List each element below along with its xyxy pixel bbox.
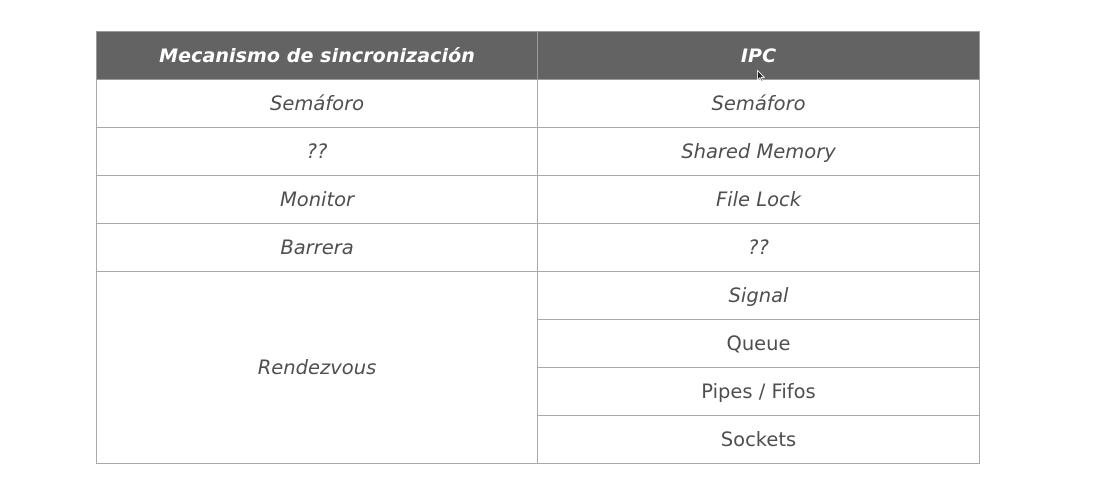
ipc-cell-shared-memory: Shared Memory — [537, 127, 980, 176]
sync-cell-barrera: Barrera — [96, 223, 538, 272]
ipc-cell-sockets: Sockets — [537, 415, 980, 464]
ipc-cell-unknown: ?? — [537, 223, 980, 272]
table-row: Monitor File Lock — [96, 175, 980, 224]
mouse-pointer-icon — [757, 70, 765, 82]
sync-cell-unknown: ?? — [96, 127, 538, 176]
table-header-row: Mecanismo de sincronización IPC — [96, 31, 980, 80]
ipc-cell-signal: Signal — [537, 271, 980, 320]
ipc-cell-file-lock: File Lock — [537, 175, 980, 224]
table-row: Semáforo Semáforo — [96, 79, 980, 128]
table-row: ?? Shared Memory — [96, 127, 980, 176]
table-row: Rendezvous Signal — [96, 271, 980, 464]
header-sync-mechanism: Mecanismo de sincronización — [96, 31, 538, 80]
table-row: Barrera ?? — [96, 223, 980, 272]
ipc-cell-semaforo: Semáforo — [537, 79, 980, 128]
sync-cell-semaforo: Semáforo — [96, 79, 538, 128]
ipc-cell-queue: Queue — [537, 319, 980, 368]
sync-ipc-table: Mecanismo de sincronización IPC Semáforo… — [96, 31, 980, 464]
ipc-cell-pipes-fifos: Pipes / Fifos — [537, 367, 980, 416]
slide-canvas: Mecanismo de sincronización IPC Semáforo… — [0, 0, 1106, 479]
sync-cell-rendezvous: Rendezvous — [96, 271, 538, 464]
sync-cell-monitor: Monitor — [96, 175, 538, 224]
